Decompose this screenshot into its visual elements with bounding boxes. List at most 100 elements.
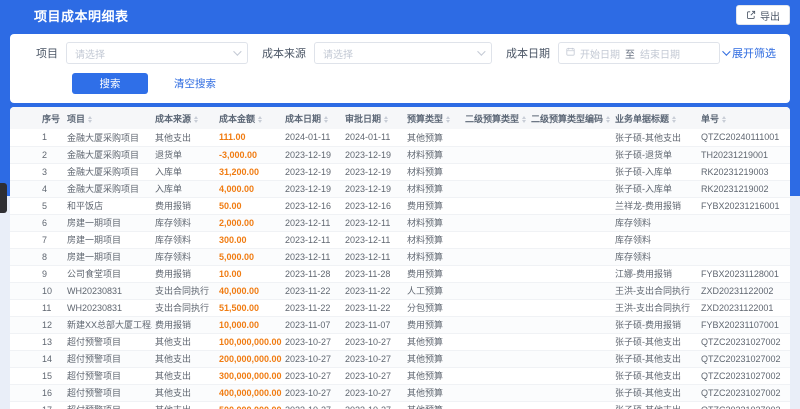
table-cell [528,248,612,266]
table-cell: 张子硕-其他支出 [612,350,698,368]
table-cell: 超付预警项目 [64,333,152,351]
table-cell: 超付预警项目 [64,384,152,402]
table-cell: 2023-10-27 [342,401,404,409]
sort-icon[interactable] [446,115,451,123]
table-cell: 2023-12-19 [342,180,404,198]
column-header-label: 二级预算类型编码 [531,113,604,124]
column-header[interactable]: 二级预算类型 [462,107,528,129]
table-cell: 15 [10,367,64,385]
project-filter-label: 项目 [36,48,58,60]
column-header[interactable]: 预算类型 [404,107,462,129]
table-cell: 张子硕-退货单 [612,146,698,164]
table-cell [462,333,528,351]
column-header[interactable]: 成本日期 [282,107,342,129]
table-cell: 退货单 [152,146,216,164]
sort-icon[interactable] [88,115,93,123]
sort-icon[interactable] [522,115,527,123]
table-cell: 张子硕-其他支出 [612,401,698,409]
project-select-placeholder: 请选择 [75,49,105,61]
table-cell: 江娜-费用报销 [612,265,698,283]
table-cell: 2023-10-27 [342,350,404,368]
table-cell: 2023-12-11 [282,248,342,266]
table-cell: 2,000.00 [216,214,282,232]
sort-icon[interactable] [324,115,329,123]
chevron-down-icon [477,47,486,56]
table-cell: 2023-12-19 [282,163,342,181]
table-cell: 超付预警项目 [64,367,152,385]
table-cell: 2023-11-22 [342,299,404,317]
table-cell: 材料预算 [404,214,462,232]
table-cell [462,401,528,409]
table-cell: 2023-10-27 [342,367,404,385]
table-row: 13 超付预警项目 其他支出 100,000,000.00 2023-10-27 2023… [10,333,790,351]
sort-icon[interactable] [672,115,677,123]
export-button[interactable]: 导出 [736,5,790,25]
table-cell: 2023-12-11 [342,231,404,249]
filter-row: 项目 请选择 成本来源 请选择 成本日期 开始日期 至 结束日期 展开筛选 [22,42,778,64]
column-header-label: 二级预算类型 [465,113,520,124]
sort-icon[interactable] [722,115,727,123]
sort-icon[interactable] [194,115,199,123]
table-cell [462,265,528,283]
table-cell [528,197,612,215]
table-cell: 材料预算 [404,146,462,164]
expand-filters-link[interactable]: 展开筛选 [722,45,776,61]
start-date-placeholder: 开始日期 [580,49,620,61]
sidebar-collapse-handle[interactable] [0,183,7,213]
table-cell: 库存领料 [612,248,698,266]
sort-icon[interactable] [258,115,263,123]
cost-date-range-picker[interactable]: 开始日期 至 结束日期 [558,42,720,64]
table-cell: 2023-10-27 [282,367,342,385]
table-row: 12新建XX总部大厦工程二期费用报销10,000.002023-11-07202… [10,316,790,334]
table-cell: 2023-11-28 [282,265,342,283]
project-select[interactable]: 请选择 [66,42,248,64]
table-cell: FYBX20231216001 [698,197,790,215]
table-cell [528,367,612,385]
date-range-separator: 至 [625,49,635,61]
column-header[interactable]: 项目 [64,107,152,129]
table-cell: 其他支出 [152,350,216,368]
table-cell: 费用预算 [404,265,462,283]
sort-icon[interactable] [606,115,611,123]
clear-search-button[interactable]: 清空搜索 [174,76,216,91]
table-cell: 2023-10-27 [282,401,342,409]
column-header-label: 成本来源 [155,113,192,124]
search-button[interactable]: 搜索 [72,73,148,94]
table-cell [528,231,612,249]
column-header[interactable]: 成本来源 [152,107,216,129]
table-header: 序号 项目 成本来源 成本金额 成本日期 审批日期 预算类型 二级预算类型 二级预算类型编码 业务… [10,107,790,129]
table-cell: 库存领料 [152,248,216,266]
column-header[interactable]: 二级预算类型编码 [528,107,612,129]
table-cell [528,299,612,317]
table-cell: 2023-12-19 [282,180,342,198]
table-cell [462,146,528,164]
column-header[interactable]: 单号 [698,107,790,129]
column-header-label: 审批日期 [345,113,382,124]
table-row: 9 公司食堂项目 费用报销 10.00 2023-11-28 2023-11-28 费用预算… [10,265,790,283]
cost-source-select-placeholder: 请选择 [323,49,353,61]
cost-source-filter-label: 成本来源 [262,48,306,60]
table-row: 2 金融大厦采购项目 退货单 -3,000.00 2023-12-19 2023-12-1… [10,146,790,164]
table-cell: 200,000,000.00 [216,350,282,368]
sort-icon[interactable] [384,115,389,123]
column-header-label: 预算类型 [407,113,444,124]
table-cell: 2023-12-11 [282,231,342,249]
table-cell [462,163,528,181]
table-cell: 库存领料 [612,231,698,249]
cost-detail-table: 序号 项目 成本来源 成本金额 成本日期 审批日期 预算类型 二级预算类型 二级预算类型编码 业务… [10,107,790,409]
table-cell: 张子硕-入库单 [612,163,698,181]
cost-source-select[interactable]: 请选择 [314,42,492,64]
column-header[interactable]: 业务单据标题 [612,107,698,129]
table-cell: 张子硕-其他支出 [612,384,698,402]
table-cell: QTZC20231027002 [698,333,790,351]
table-cell: 2023-10-27 [282,350,342,368]
column-header[interactable]: 审批日期 [342,107,404,129]
table-cell: 入库单 [152,180,216,198]
table-cell: 2023-12-19 [342,146,404,164]
column-header[interactable]: 成本金额 [216,107,282,129]
table-cell [528,146,612,164]
table-cell [528,163,612,181]
table-cell [462,384,528,402]
table-cell: 张子硕-费用报销 [612,316,698,334]
table-cell: 费用预算 [404,316,462,334]
